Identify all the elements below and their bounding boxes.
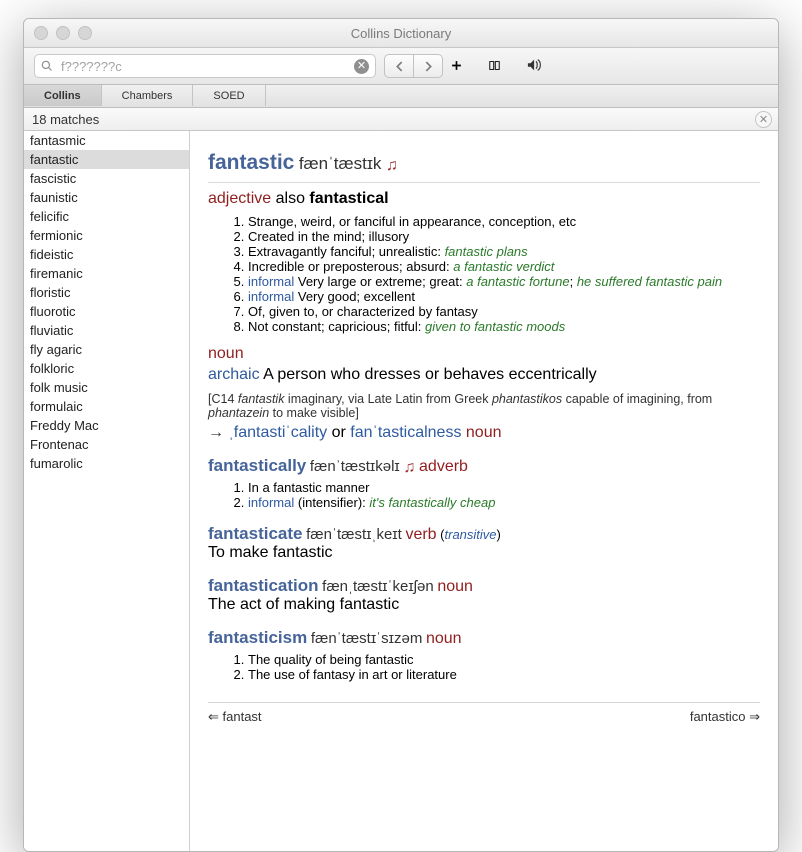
sidebar-item[interactable]: fideistic (24, 245, 189, 264)
part-of-speech: adjective (208, 190, 271, 207)
sense: In a fantastic manner (248, 480, 760, 495)
pronunciation: fænˈtæstɪˈsɪzəm (311, 630, 423, 647)
sidebar-item[interactable]: fly agaric (24, 340, 189, 359)
alt-form: fantastical (309, 190, 388, 207)
derivatives: → ˌfantastiˈcality or fanˈtasticalness n… (208, 424, 760, 442)
etymology: [C14 fantastik imaginary, via Late Latin… (208, 392, 760, 420)
close-results-icon[interactable]: ✕ (755, 111, 772, 128)
part-of-speech: noun (437, 578, 473, 595)
results-sidebar: fantasmicfantasticfascisticfaunisticfeli… (24, 131, 190, 851)
sense-list: Strange, weird, or fanciful in appearanc… (208, 214, 760, 334)
search-input[interactable] (59, 58, 348, 75)
sidebar-item[interactable]: fascistic (24, 169, 189, 188)
sidebar-item[interactable]: floristic (24, 283, 189, 302)
sidebar-item[interactable]: folk music (24, 378, 189, 397)
definition: A person who dresses or behaves eccentri… (263, 366, 597, 383)
sense: Not constant; capricious; fitful: given … (248, 319, 760, 334)
sidebar-item[interactable]: Frontenac (24, 435, 189, 454)
add-button[interactable] (451, 59, 481, 74)
sidebar-item[interactable]: firemanic (24, 264, 189, 283)
sub-headword: fantasticism (208, 628, 307, 647)
definition: The act of making fantastic (208, 596, 760, 614)
window-title: Collins Dictionary (24, 26, 778, 41)
sidebar-item[interactable]: Freddy Mac (24, 416, 189, 435)
sidebar-item[interactable]: fluviatic (24, 321, 189, 340)
sense-list: In a fantastic mannerinformal (intensifi… (208, 480, 760, 510)
sense: Strange, weird, or fanciful in appearanc… (248, 214, 760, 229)
sense: Of, given to, or characterized by fantas… (248, 304, 760, 319)
sidebar-item[interactable]: felicific (24, 207, 189, 226)
titlebar: Collins Dictionary (24, 19, 778, 48)
sub-headword: fantasticate (208, 524, 302, 543)
search-icon (41, 60, 53, 72)
sidebar-item[interactable]: fantasmic (24, 131, 189, 150)
audio-icon[interactable]: ♫ (403, 459, 415, 476)
part-of-speech: noun (208, 345, 244, 362)
sidebar-item[interactable]: fermionic (24, 226, 189, 245)
bookmarks-button[interactable] (489, 59, 519, 74)
sense: Incredible or preposterous; absurd: a fa… (248, 259, 760, 274)
definition: To make fantastic (208, 544, 760, 562)
next-entry[interactable]: fantastico ⇒ (690, 709, 760, 725)
toolbar: ✕ (24, 48, 778, 85)
body: fantasmicfantasticfascisticfaunisticfeli… (24, 131, 778, 851)
part-of-speech: adverb (419, 458, 468, 475)
sense: informal (intensifier): it's fantastical… (248, 495, 760, 510)
sub-entry: fantastication fænˌtæstɪˈkeɪʃən nounThe … (208, 576, 760, 614)
app-window: Collins Dictionary ✕ CollinsChambersSOED… (23, 18, 779, 852)
sub-entry: fantastically fænˈtæstɪkəlɪ ♫ adverb In a… (208, 456, 760, 510)
search-field[interactable]: ✕ (34, 54, 376, 78)
tab-chambers[interactable]: Chambers (102, 85, 194, 106)
sense-list: The quality of being fantasticThe use of… (208, 652, 760, 682)
sense: informal Very large or extreme; great: a… (248, 274, 760, 289)
tab-soed[interactable]: SOED (193, 85, 265, 106)
sense: informal Very good; excellent (248, 289, 760, 304)
sound-button[interactable] (527, 58, 567, 75)
pronunciation: fænˌtæstɪˈkeɪʃən (322, 578, 434, 595)
sense: The use of fantasy in art or literature (248, 667, 760, 682)
sub-entry: fantasticate fænˈtæstɪˌkeɪt verb (transi… (208, 524, 760, 562)
pronunciation: fænˈtæstɪk (299, 154, 382, 173)
divider (208, 182, 760, 183)
results-bar: 18 matches ✕ (24, 108, 778, 131)
derivative-word[interactable]: fanˈtasticalness (350, 424, 461, 441)
sidebar-item[interactable]: formulaic (24, 397, 189, 416)
sense: The quality of being fantastic (248, 652, 760, 667)
history-nav (384, 54, 443, 78)
sidebar-item[interactable]: folkloric (24, 359, 189, 378)
sidebar-item[interactable]: fluorotic (24, 302, 189, 321)
part-of-speech: verb (405, 526, 436, 543)
entry-content: fantastic fænˈtæstɪk ♫ adjective also fa… (190, 131, 778, 851)
source-tabs: CollinsChambersSOED (24, 85, 778, 108)
sub-headword: fantastically (208, 456, 306, 475)
sub-headword: fantastication (208, 576, 319, 595)
register-label: archaic (208, 366, 260, 383)
audio-icon[interactable]: ♫ (386, 157, 398, 174)
derivative-word[interactable]: ˌfantastiˈcality (228, 424, 327, 441)
entry-nav: ⇐ fantast fantastico ⇒ (208, 702, 760, 725)
sub-entry: fantasticism fænˈtæstɪˈsɪzəm noun The qua… (208, 628, 760, 682)
forward-button[interactable] (414, 54, 443, 78)
clear-search-icon[interactable]: ✕ (354, 59, 369, 74)
sidebar-item[interactable]: fantastic (24, 150, 189, 169)
sidebar-item[interactable]: faunistic (24, 188, 189, 207)
pronunciation: fænˈtæstɪkəlɪ (310, 458, 400, 475)
back-button[interactable] (384, 54, 414, 78)
sidebar-item[interactable]: fumarolic (24, 454, 189, 473)
headword: fantastic (208, 151, 294, 174)
match-count: 18 matches (32, 112, 99, 127)
also-label: also (276, 190, 305, 207)
sense: Created in the mind; illusory (248, 229, 760, 244)
prev-entry[interactable]: ⇐ fantast (208, 709, 262, 725)
part-of-speech: noun (426, 630, 462, 647)
tab-collins[interactable]: Collins (24, 85, 102, 106)
pronunciation: fænˈtæstɪˌkeɪt (306, 526, 402, 543)
sense: Extravagantly fanciful; unrealistic: fan… (248, 244, 760, 259)
